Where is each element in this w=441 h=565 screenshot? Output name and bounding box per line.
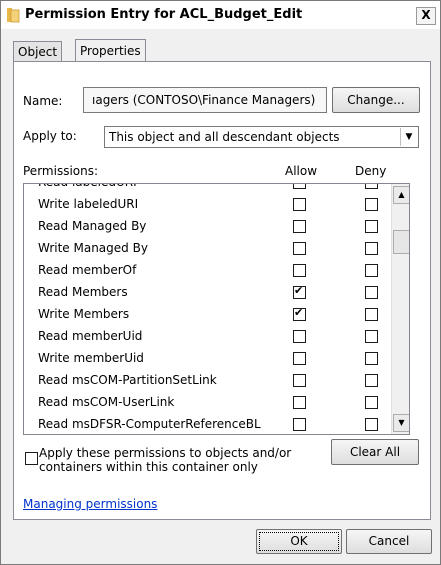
deny-checkbox[interactable] xyxy=(365,352,378,365)
close-button[interactable]: X xyxy=(416,7,436,25)
permission-name: Read msCOM-PartitionSetLink xyxy=(38,373,217,387)
allow-checkbox[interactable] xyxy=(293,330,306,343)
allow-checkbox[interactable] xyxy=(293,284,306,299)
tab-object[interactable]: Object xyxy=(13,41,63,62)
permissions-label: Permissions: xyxy=(23,164,99,178)
deny-checkbox[interactable] xyxy=(365,308,378,321)
allow-checkbox[interactable] xyxy=(293,198,306,211)
allow-checkbox[interactable] xyxy=(293,374,306,387)
managing-permissions-link[interactable]: Managing permissions xyxy=(23,497,157,511)
permission-row: Read memberUid xyxy=(24,326,388,348)
permission-name: Read msDFSR-ComputerReferenceBL xyxy=(38,417,261,431)
allow-checkbox[interactable] xyxy=(293,352,306,365)
permission-row: Write labeledURI xyxy=(24,194,388,216)
allow-checkbox[interactable] xyxy=(293,184,306,189)
permission-name: Read msCOM-UserLink xyxy=(38,395,175,409)
permission-row: Write Members xyxy=(24,304,388,326)
permission-name: Write Members xyxy=(38,307,130,321)
vertical-scrollbar[interactable]: ▲ ▼ xyxy=(391,184,409,434)
deny-checkbox[interactable] xyxy=(365,396,378,409)
permission-name: Read Members xyxy=(38,285,128,299)
name-label: Name: xyxy=(23,94,63,108)
allow-checkbox[interactable] xyxy=(293,306,306,321)
permission-entry-dialog: Permission Entry for ACL_Budget_Edit X O… xyxy=(0,0,441,565)
deny-checkbox[interactable] xyxy=(365,330,378,343)
ok-button[interactable]: OK xyxy=(256,529,342,554)
apply-to-label: Apply to: xyxy=(23,129,77,143)
title-bar: Permission Entry for ACL_Budget_Edit X xyxy=(1,1,440,29)
name-field: ıagers (CONTOSO\Finance Managers) xyxy=(83,87,327,113)
scroll-down-icon[interactable]: ▼ xyxy=(393,414,409,432)
name-value: ıagers (CONTOSO\Finance Managers) xyxy=(92,93,316,107)
cancel-button[interactable]: Cancel xyxy=(346,529,432,554)
apply-to-value: This object and all descendant objects xyxy=(109,130,340,144)
deny-column-header: Deny xyxy=(355,164,387,178)
deny-checkbox[interactable] xyxy=(365,242,378,255)
permission-row: Read msCOM-UserLink xyxy=(24,392,388,414)
scroll-up-icon[interactable]: ▲ xyxy=(393,186,409,204)
apply-to-children-checkbox[interactable] xyxy=(25,452,38,465)
permission-name: Read labeledURI xyxy=(38,184,137,189)
permission-name: Write labeledURI xyxy=(38,197,139,211)
tab-properties[interactable]: Properties xyxy=(75,39,146,62)
folder-icon xyxy=(7,8,20,23)
allow-checkbox[interactable] xyxy=(293,242,306,255)
permission-row: Read Managed By xyxy=(24,216,388,238)
clear-all-button[interactable]: Clear All xyxy=(331,439,419,465)
deny-checkbox[interactable] xyxy=(365,418,378,431)
permission-name: Write Managed By xyxy=(38,241,148,255)
allow-checkbox[interactable] xyxy=(293,418,306,431)
permission-name: Read memberOf xyxy=(38,263,137,277)
permission-name: Read Managed By xyxy=(38,219,147,233)
permission-row: Write Managed By xyxy=(24,238,388,260)
permission-row: Read labeledURI xyxy=(24,184,388,194)
permission-row: Read msCOM-PartitionSetLink xyxy=(24,370,388,392)
allow-column-header: Allow xyxy=(285,164,318,178)
apply-to-children-label: Apply these permissions to objects and/o… xyxy=(39,446,292,474)
deny-checkbox[interactable] xyxy=(365,198,378,211)
permission-row: Read memberOf xyxy=(24,260,388,282)
allow-checkbox[interactable] xyxy=(293,220,306,233)
change-button[interactable]: Change... xyxy=(332,87,420,113)
permission-name: Read memberUid xyxy=(38,329,143,343)
apply-to-dropdown[interactable]: This object and all descendant objects ▼ xyxy=(104,126,419,148)
deny-checkbox[interactable] xyxy=(365,264,378,277)
deny-checkbox[interactable] xyxy=(365,184,378,189)
permissions-list: Read labeledURI Write labeledURI Read Mana… xyxy=(23,183,410,435)
deny-checkbox[interactable] xyxy=(365,220,378,233)
deny-checkbox[interactable] xyxy=(365,286,378,299)
allow-checkbox[interactable] xyxy=(293,396,306,409)
permission-row: Write memberUid xyxy=(24,348,388,370)
deny-checkbox[interactable] xyxy=(365,374,378,387)
allow-checkbox[interactable] xyxy=(293,264,306,277)
dropdown-arrow-icon[interactable]: ▼ xyxy=(400,128,417,146)
scroll-thumb[interactable] xyxy=(393,230,409,254)
window-title: Permission Entry for ACL_Budget_Edit xyxy=(25,7,303,22)
permission-row: Read msDFSR-ComputerReferenceBL xyxy=(24,414,388,434)
permission-name: Write memberUid xyxy=(38,351,144,365)
permission-row: Read Members xyxy=(24,282,388,304)
